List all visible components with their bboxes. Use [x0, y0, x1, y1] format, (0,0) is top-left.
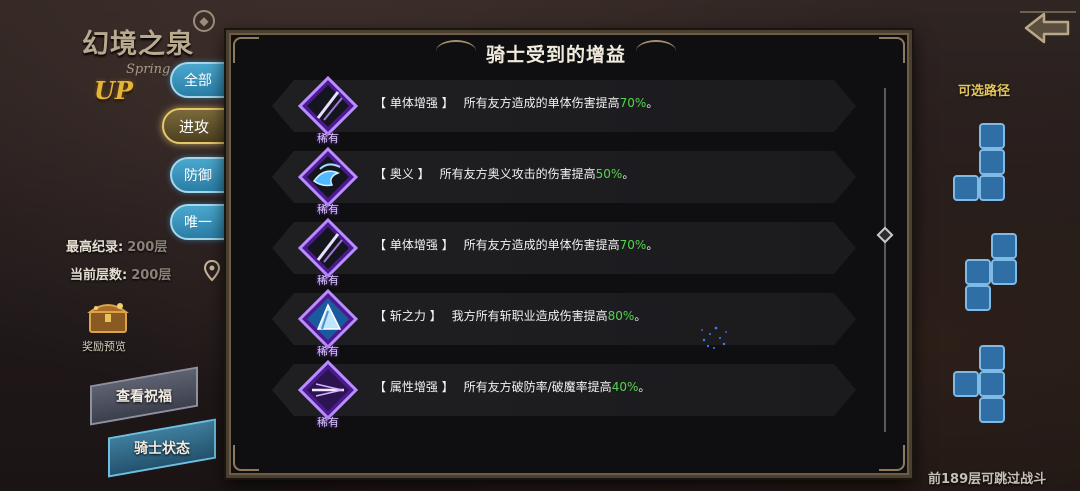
buff-tail: 。: [622, 167, 635, 181]
buff-desc: 所有友方造成的单体伤害提高: [463, 96, 620, 110]
buff-tag: 【 奥义 】: [374, 167, 430, 181]
logo-title: 幻境之泉: [82, 29, 194, 60]
current-floor: 当前层数: 200层: [70, 264, 171, 283]
panel-corner-ornament: [233, 37, 259, 63]
buff-description: 【 斩之力 】我方所有斩职业造成伤害提高80%。: [374, 307, 646, 324]
buff-description: 【 单体增强 】所有友方造成的单体伤害提高70%。: [374, 236, 658, 253]
reward-preview-label: 奖励预览: [82, 340, 126, 353]
treasure-chest-icon[interactable]: [86, 296, 130, 336]
buff-tail: 。: [638, 380, 651, 394]
logo-up-badge: UP: [94, 76, 133, 105]
best-record-value: 200层: [127, 240, 168, 255]
skip-battle-hint: 前189层可跳过战斗: [928, 472, 1047, 487]
blade-shard-icon: [298, 289, 358, 349]
tab-all[interactable]: 全部: [170, 62, 226, 98]
tab-attack[interactable]: 进攻: [162, 108, 226, 144]
path-option-1[interactable]: [952, 122, 1008, 204]
sparkle-effect: [701, 326, 727, 349]
buff-desc: 所有友方破防率/破魔率提高: [463, 380, 612, 394]
tab-defense[interactable]: 防御: [170, 157, 226, 193]
piercing-arrow-icon: [298, 360, 358, 420]
buff-desc: 所有友方奥义攻击的伤害提高: [439, 167, 596, 181]
current-floor-value: 200层: [131, 268, 172, 283]
buff-desc: 所有友方造成的单体伤害提高: [463, 238, 620, 252]
buff-description: 【 奥义 】所有友方奥义攻击的伤害提高50%。: [374, 165, 634, 182]
path-option-3[interactable]: [952, 344, 1008, 426]
panel-corner-ornament: [879, 37, 905, 63]
rarity-label: 稀有: [317, 274, 339, 287]
logo-subtitle: Spring: [126, 62, 171, 77]
panel-title-banner: 骑士受到的增益: [436, 32, 676, 72]
location-pin-icon[interactable]: [204, 260, 220, 282]
sword-slash-icon: [298, 218, 358, 278]
best-record: 最高纪录: 200层: [66, 236, 167, 255]
logo-emblem-icon: ◆: [193, 10, 215, 32]
view-blessing-label: 查看祝福: [116, 389, 172, 405]
buff-tag: 【 单体增强 】: [374, 238, 454, 252]
buff-tail: 。: [646, 238, 659, 252]
buff-percent: 50%: [595, 167, 623, 181]
current-floor-label: 当前层数:: [70, 268, 128, 283]
buff-desc: 我方所有斩职业造成伤害提高: [451, 309, 608, 323]
panel-corner-ornament: [233, 445, 259, 471]
best-record-label: 最高纪录:: [66, 240, 124, 255]
knight-status-label: 骑士状态: [134, 441, 190, 457]
panel-title: 骑士受到的增益: [485, 44, 626, 66]
buff-tail: 。: [634, 309, 647, 323]
scrollbar-track[interactable]: [884, 88, 886, 432]
panel-corner-ornament: [879, 445, 905, 471]
sword-slash-icon: [298, 76, 358, 136]
swirl-wave-icon: [298, 147, 358, 207]
tab-unique[interactable]: 唯一: [170, 204, 226, 240]
buff-tag: 【 斩之力 】: [374, 309, 442, 323]
buff-percent: 70%: [619, 96, 647, 110]
path-option-2[interactable]: [964, 232, 1020, 314]
buff-description: 【 属性增强 】所有友方破防率/破魔率提高40%。: [374, 378, 650, 395]
buff-percent: 80%: [607, 309, 635, 323]
buff-tag: 【 属性增强 】: [374, 380, 454, 394]
buff-percent: 70%: [619, 238, 647, 252]
back-arrow-icon[interactable]: [1016, 6, 1080, 50]
rarity-label: 稀有: [317, 203, 339, 216]
rarity-label: 稀有: [317, 345, 339, 358]
buff-description: 【 单体增强 】所有友方造成的单体伤害提高70%。: [374, 94, 658, 111]
rarity-label: 稀有: [317, 132, 339, 145]
buff-percent: 40%: [611, 380, 639, 394]
buff-tail: 。: [646, 96, 659, 110]
paths-title: 可选路径: [958, 84, 1011, 99]
buff-tag: 【 单体增强 】: [374, 96, 454, 110]
rarity-label: 稀有: [317, 416, 339, 429]
